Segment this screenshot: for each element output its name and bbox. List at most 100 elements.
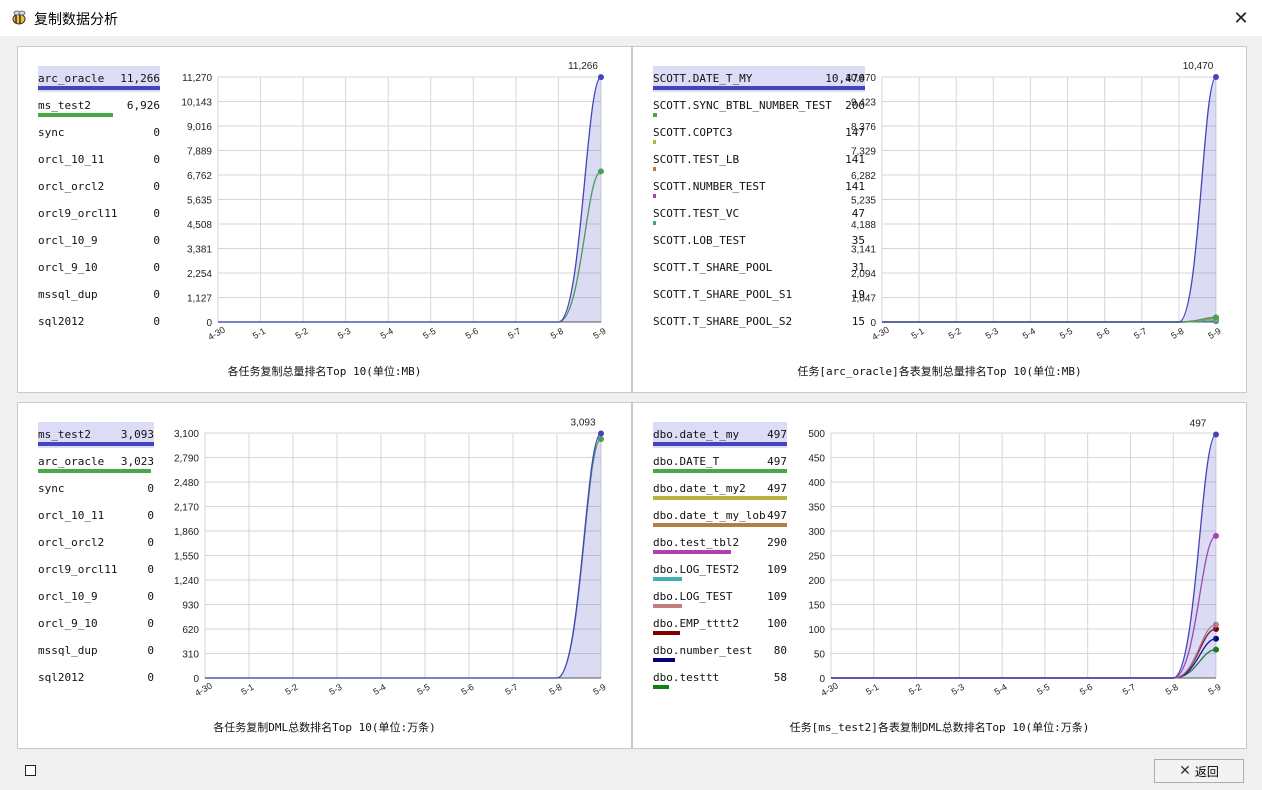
series-point[interactable]: [598, 430, 604, 437]
x-tick-label: 5-9: [591, 682, 607, 697]
y-tick-label: 1,240: [174, 576, 199, 587]
y-tick-label: 10,143: [181, 98, 212, 109]
y-tick-label: 0: [819, 674, 825, 685]
x-tick-label: 5-2: [947, 326, 963, 341]
series-point[interactable]: [1213, 74, 1219, 80]
chart: 0 1,127 2,254 3,381 4,508 5,635 6,762 7,889 9,01…: [181, 61, 607, 342]
close-icon[interactable]: ✕: [1228, 6, 1254, 30]
series-point[interactable]: [598, 74, 604, 81]
y-tick-label: 9,016: [187, 122, 212, 133]
x-tick-label: 5-1: [864, 682, 880, 697]
series-line: [205, 438, 602, 679]
y-tick-label: 400: [808, 478, 825, 489]
x-tick-label: 5-9: [1206, 326, 1222, 341]
y-tick-label: 6,282: [851, 171, 876, 182]
peak-data-label: 3,093: [570, 418, 595, 429]
panel-table-volume: SCOTT.DATE_T_MY 10,470 SCOTT.SYNC_BTBL_NUM…: [632, 46, 1247, 393]
y-tick-label: 3,381: [187, 245, 212, 256]
panel-task-volume: arc_oracle 11,266 ms_test2 6,926 sync 0 orcl_1…: [17, 46, 632, 393]
y-tick-label: 4,188: [851, 220, 876, 231]
y-tick-label: 3,100: [174, 429, 199, 440]
x-tick-label: 5-5: [421, 326, 437, 341]
y-tick-label: 1,550: [174, 552, 199, 563]
x-tick-label: 5-3: [336, 326, 352, 341]
y-tick-label: 500: [808, 429, 825, 440]
x-tick-label: 5-8: [549, 326, 565, 341]
x-tick-label: 5-5: [1058, 326, 1074, 341]
peak-data-label: 497: [1190, 418, 1207, 429]
chart-caption: 任务[arc_oracle]各表复制总量排名Top 10(单位:MB): [797, 365, 1082, 378]
y-tick-label: 5,635: [187, 196, 212, 207]
y-tick-label: 7,889: [187, 147, 212, 158]
x-tick-label: 5-4: [1021, 326, 1037, 341]
y-tick-label: 200: [808, 576, 825, 587]
y-tick-label: 8,376: [851, 122, 876, 133]
title-bar: 复制数据分析 ✕: [0, 0, 1262, 36]
x-tick-label: 5-7: [1132, 326, 1148, 341]
series-line: [882, 316, 1217, 323]
x-tick-label: 5-1: [909, 326, 925, 341]
x-tick-label: 5-2: [293, 326, 309, 341]
panel-table-dml: dbo.date_t_my 497 dbo.DATE_T 497 dbo.date_t_…: [632, 402, 1247, 749]
y-tick-label: 0: [206, 318, 212, 329]
y-tick-label: 3,141: [851, 245, 876, 256]
x-tick-label: 5-4: [371, 682, 387, 697]
peak-data-label: 10,470: [1183, 61, 1214, 72]
y-tick-label: 2,170: [174, 503, 199, 514]
y-tick-label: 300: [808, 527, 825, 538]
x-tick-label: 5-4: [992, 682, 1008, 697]
x-tick-label: 5-8: [1169, 326, 1185, 341]
y-tick-label: 11,270: [182, 73, 212, 84]
x-tick-label: 5-3: [984, 326, 1000, 341]
chart: 0 1,047 2,094 3,141 4,188 5,235 6,282 7,329 8,37…: [845, 61, 1222, 342]
x-tick-label: 5-8: [1164, 682, 1180, 697]
y-tick-label: 4,508: [187, 220, 212, 231]
x-tick-label: 5-6: [464, 326, 480, 341]
y-tick-label: 620: [182, 625, 199, 636]
panel-task-dml: ms_test2 3,093 arc_oracle 3,023 sync 0 orcl_10…: [17, 402, 632, 749]
y-tick-label: 2,094: [851, 269, 876, 280]
app-bee-icon: [12, 10, 26, 25]
y-tick-label: 5,235: [851, 196, 876, 207]
x-tick-label: 5-9: [591, 326, 607, 341]
x-tick-label: 5-5: [1035, 682, 1051, 697]
y-tick-label: 1,047: [851, 294, 876, 305]
back-button[interactable]: ✕ 返回: [1154, 759, 1244, 783]
x-tick-label: 5-5: [415, 682, 431, 697]
y-tick-label: 150: [808, 601, 825, 612]
x-tick-label: 5-7: [503, 682, 519, 697]
series-point[interactable]: [1213, 431, 1219, 438]
y-tick-label: 0: [193, 674, 199, 685]
restore-checkbox[interactable]: [25, 765, 36, 776]
y-tick-label: 0: [870, 318, 876, 329]
series-line: [831, 535, 1217, 679]
series-line: [218, 170, 602, 323]
y-tick-label: 250: [808, 552, 825, 563]
x-tick-label: 5-2: [907, 682, 923, 697]
chart: 0501001502002503003504004505004-30 5-1 5-2…: [808, 418, 1222, 698]
back-button-label: 返回: [1194, 764, 1219, 779]
y-tick-label: 2,790: [174, 454, 199, 465]
y-tick-label: 2,480: [174, 478, 199, 489]
y-tick-label: 9,423: [851, 98, 876, 109]
x-tick-label: 5-1: [239, 682, 255, 697]
close-x-icon: ✕: [1179, 763, 1191, 779]
x-tick-label: 5-9: [1206, 682, 1222, 697]
x-tick-label: 5-3: [950, 682, 966, 697]
series-area: [831, 434, 1216, 678]
x-tick-label: 5-4: [379, 326, 395, 341]
y-tick-label: 350: [808, 503, 825, 514]
y-tick-label: 1,860: [174, 527, 199, 538]
chart-caption: 各任务复制DML总数排名Top 10(单位:万条): [213, 721, 436, 734]
window-title: 复制数据分析: [34, 12, 118, 28]
y-tick-label: 50: [814, 650, 826, 661]
y-tick-label: 10,470: [845, 73, 876, 84]
x-tick-label: 5-6: [1078, 682, 1094, 697]
peak-data-label: 11,266: [568, 61, 598, 72]
series-line: [831, 623, 1217, 679]
y-tick-label: 2,254: [187, 269, 212, 280]
x-tick-label: 5-1: [251, 326, 267, 341]
x-tick-label: 5-8: [547, 682, 563, 697]
y-tick-label: 100: [808, 625, 825, 636]
y-tick-label: 1,127: [187, 294, 212, 305]
